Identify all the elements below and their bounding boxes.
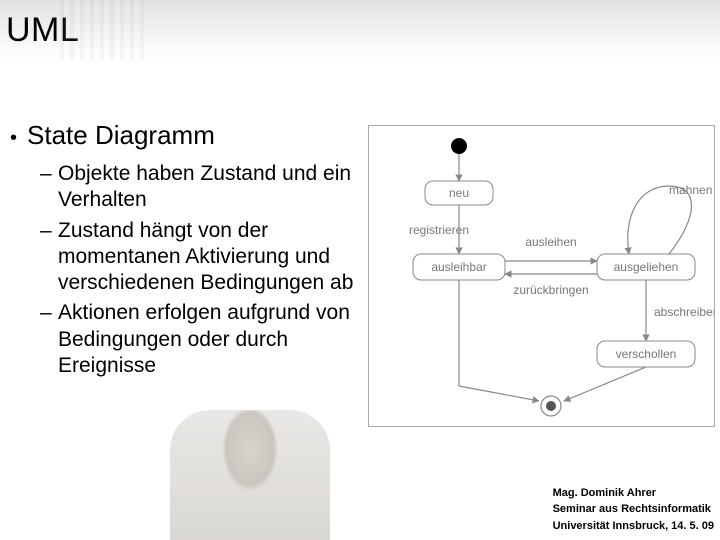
- initial-state-icon: [451, 138, 467, 154]
- transition-abschreiben: abschreiben: [654, 305, 714, 319]
- footer-author: Mag. Dominik Ahrer: [553, 485, 714, 502]
- list-item: Zustand hängt von der momentanen Aktivie…: [40, 218, 355, 297]
- bullet-list: Objekte haben Zustand und ein Verhalten …: [10, 161, 355, 379]
- slide: UML • State Diagramm Objekte haben Zusta…: [0, 0, 720, 540]
- heading-text: State Diagramm: [27, 120, 215, 151]
- state-diagram: neu registrieren ausleihbar ausgeliehen …: [368, 125, 715, 427]
- footer-seminar: Seminar aus Rechtsinformatik: [553, 501, 714, 518]
- transition-mahnen: mahnen: [669, 183, 712, 197]
- state-ausleihbar-label: ausleihbar: [431, 260, 486, 274]
- transition-registrieren: registrieren: [409, 223, 469, 237]
- list-item: Objekte haben Zustand und ein Verhalten: [40, 161, 355, 214]
- state-verschollen-label: verschollen: [616, 347, 677, 361]
- decorative-statue: [170, 410, 330, 540]
- title-band: UML: [0, 0, 720, 60]
- bullet-dot: •: [10, 127, 17, 150]
- section-heading: • State Diagramm: [10, 120, 355, 151]
- footer: Mag. Dominik Ahrer Seminar aus Rechtsinf…: [553, 485, 714, 535]
- state-neu-label: neu: [449, 186, 469, 200]
- content-area: • State Diagramm Objekte haben Zustand u…: [10, 120, 355, 400]
- transition-zurueckbringen: zurückbringen: [513, 283, 588, 297]
- state-ausgeliehen-label: ausgeliehen: [614, 260, 679, 274]
- footer-affiliation: Universität Innsbruck, 14. 5. 09: [553, 518, 714, 535]
- decorative-columns: [60, 0, 146, 60]
- transition-ausleihen: ausleihen: [525, 235, 576, 249]
- list-item: Aktionen erfolgen aufgrund von Bedingung…: [40, 300, 355, 379]
